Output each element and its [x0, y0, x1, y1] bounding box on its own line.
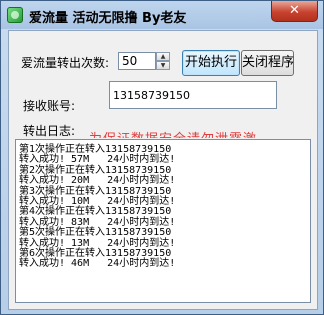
main-panel: 爱流量转出次数: 50 ▲ ▼ 开始执行 关闭程序 接收账号: 13158739… [8, 30, 318, 310]
window-close-button[interactable]: ✕ [271, 1, 318, 22]
transfer-count-stepper: ▲ ▼ [156, 52, 170, 70]
title-bar[interactable]: 爱流量 活动无限撸 By老友 ✕ [1, 1, 323, 29]
log-output[interactable]: 第1次操作正在转入13158739150 转入成功! 57M 24小时内到达! 第2… [15, 139, 311, 303]
window-title: 爱流量 活动无限撸 By老友 [29, 11, 187, 26]
account-label: 接收账号: [23, 99, 76, 113]
log-line: 转入成功! 20M 24小时内到达! [19, 175, 176, 187]
start-button[interactable]: 开始执行 [182, 50, 240, 76]
transfer-count-label: 爱流量转出次数: [21, 56, 110, 70]
warning-overlay-text: 为保证数据安全请勿泄露激活码 [89, 128, 269, 138]
stepper-down-icon[interactable]: ▼ [156, 61, 170, 70]
app-window: 爱流量 活动无限撸 By老友 ✕ 爱流量转出次数: 50 ▲ ▼ 开始执行 关闭… [0, 0, 324, 315]
log-line: 转入成功! 46M 24小时内到达! [19, 258, 176, 270]
transfer-count-input[interactable]: 50 [118, 52, 156, 70]
account-input[interactable]: 13158739150 [109, 81, 277, 109]
log-label: 转出日志: [23, 124, 76, 138]
log-line: 第5次操作正在转入13158739150 [19, 227, 172, 239]
close-program-button[interactable]: 关闭程序 [241, 50, 294, 76]
stepper-up-icon[interactable]: ▲ [156, 52, 170, 61]
app-logo-icon [7, 7, 23, 23]
